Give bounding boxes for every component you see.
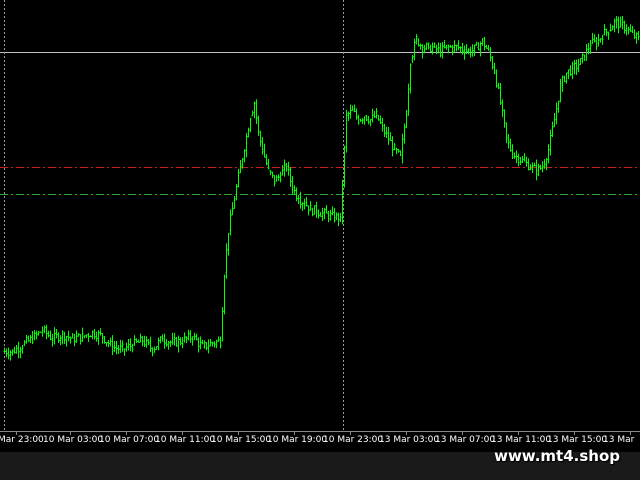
x-tick-label: 10 Mar 03:00 [43, 435, 103, 445]
x-tick-label: 10 Mar 15:00 [211, 435, 271, 445]
x-tick-label: 10 Mar 23:00 [323, 435, 383, 445]
x-tick-label: 10 Mar 11:00 [155, 435, 215, 445]
x-tick-label: 13 Mar [603, 435, 635, 445]
x-tick-label: 13 Mar 07:00 [435, 435, 495, 445]
price-chart: Mar 23:00 10 Mar 03:0010 Mar 07:0010 Mar … [0, 0, 640, 445]
chart-window: Mar 23:00 10 Mar 03:00 10 Mar 07:00 10 Mar … [0, 0, 640, 480]
x-tick-label: 13 Mar 11:00 [491, 435, 551, 445]
x-tick-label: 10 Mar 19:00 [267, 435, 327, 445]
x-tick-label: 10 Mar 07:00 [99, 435, 159, 445]
x-tick-label: 13 Mar 15:00 [547, 435, 607, 445]
x-tick-label: 13 Mar 03:00 [379, 435, 439, 445]
watermark-text: www.mt4.shop [494, 447, 620, 465]
x-tick-label: Mar 23:00 [0, 435, 44, 445]
